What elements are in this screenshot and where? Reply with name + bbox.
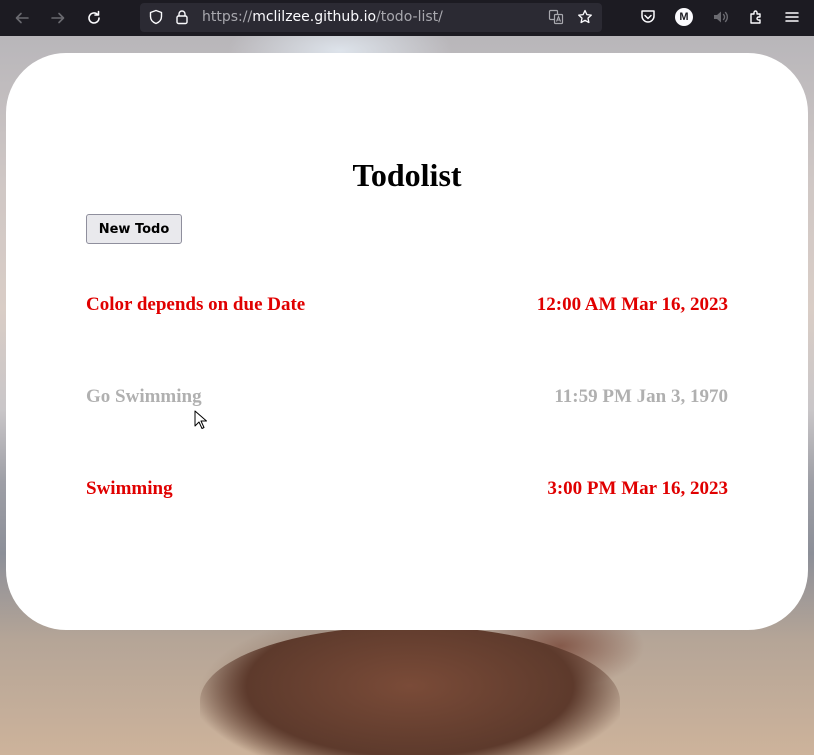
url-text[interactable]: https://mclilzee.github.io/todo-list/ bbox=[202, 3, 443, 32]
translate-icon[interactable] bbox=[548, 9, 564, 25]
pocket-icon[interactable] bbox=[639, 8, 657, 26]
account-initial: M bbox=[679, 11, 689, 23]
forward-button[interactable] bbox=[40, 0, 76, 36]
todo-item[interactable]: Color depends on due Date 12:00 AM Mar 1… bbox=[86, 290, 728, 320]
todo-item[interactable]: Swimming 3:00 PM Mar 16, 2023 bbox=[86, 474, 728, 504]
forward-icon bbox=[51, 12, 65, 24]
reload-button[interactable] bbox=[76, 0, 112, 36]
speaker-icon[interactable] bbox=[711, 8, 729, 26]
todo-name[interactable]: Swimming bbox=[86, 474, 173, 504]
url-scheme: https:// bbox=[202, 9, 253, 25]
url-path: /todo-list/ bbox=[376, 9, 443, 25]
todo-due-date: 11:59 PM Jan 3, 1970 bbox=[554, 386, 728, 407]
url-host: mclilzee.github.io bbox=[252, 9, 377, 25]
background-hand-photo bbox=[200, 626, 620, 755]
page-title: Todolist bbox=[352, 157, 462, 193]
todo-due-date: 12:00 AM Mar 16, 2023 bbox=[536, 294, 728, 315]
back-icon bbox=[15, 12, 29, 24]
new-todo-button[interactable]: New Todo bbox=[86, 214, 182, 244]
browser-toolbar: https://mclilzee.github.io/todo-list/ M bbox=[0, 0, 814, 36]
lock-icon[interactable] bbox=[174, 9, 190, 25]
mouse-cursor-icon bbox=[194, 410, 207, 429]
address-bar[interactable]: https://mclilzee.github.io/todo-list/ bbox=[140, 3, 602, 32]
todo-item[interactable]: Go Swimming 11:59 PM Jan 3, 1970 bbox=[86, 382, 728, 412]
todo-card: Todolist New Todo Color depends on due D… bbox=[6, 53, 808, 630]
bookmark-star-icon[interactable] bbox=[577, 9, 593, 25]
todo-name[interactable]: Color depends on due Date bbox=[86, 290, 305, 320]
menu-icon[interactable] bbox=[783, 8, 801, 26]
back-button[interactable] bbox=[4, 0, 40, 36]
shield-icon[interactable] bbox=[148, 9, 164, 25]
account-icon[interactable]: M bbox=[675, 8, 693, 26]
extensions-icon[interactable] bbox=[747, 8, 765, 26]
reload-icon bbox=[88, 10, 100, 24]
todo-due-date: 3:00 PM Mar 16, 2023 bbox=[547, 478, 728, 499]
todo-name[interactable]: Go Swimming bbox=[86, 382, 202, 412]
